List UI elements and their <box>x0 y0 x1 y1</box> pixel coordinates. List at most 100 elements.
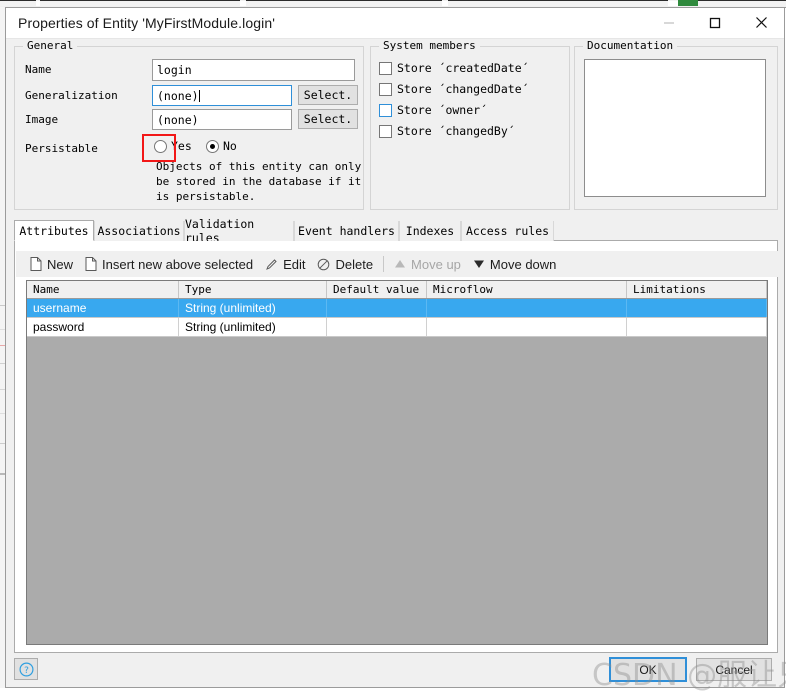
checkbox-icon <box>379 103 392 117</box>
checkbox-label: Store ´changedBy´ <box>397 124 515 138</box>
checkbox-icon <box>379 82 392 96</box>
cell-default-value <box>327 299 427 317</box>
arrow-up-icon <box>394 259 406 269</box>
generalization-label: Generalization <box>25 89 118 102</box>
column-header-type[interactable]: Type <box>179 281 327 298</box>
tab-label: Access rules <box>465 224 550 238</box>
title-bar: Properties of Entity 'MyFirstModule.logi… <box>6 8 784 39</box>
table-row[interactable]: password String (unlimited) <box>27 318 767 337</box>
svg-text:?: ? <box>24 666 29 676</box>
window-title: Properties of Entity 'MyFirstModule.logi… <box>18 15 275 31</box>
attributes-tab-panel: New Insert new above selected Edit Delet… <box>14 241 778 653</box>
toolbar-label: Move down <box>489 256 557 272</box>
toolbar-separator <box>383 256 385 272</box>
radio-selected-icon <box>206 139 219 153</box>
dialog-footer: ? OK Cancel <box>6 653 784 687</box>
column-header-limitations[interactable]: Limitations <box>627 281 767 298</box>
cell-name: password <box>27 318 179 336</box>
tab-label: Associations <box>97 224 181 238</box>
table-row[interactable]: username String (unlimited) <box>27 299 767 318</box>
general-group: General Name login Generalization (none)… <box>14 39 364 210</box>
cell-default-value <box>327 318 427 336</box>
image-select-button[interactable]: Select. <box>298 109 358 129</box>
documentation-textarea[interactable] <box>584 59 766 197</box>
checkbox-store-owner[interactable]: Store ´owner´ <box>379 103 487 117</box>
checkbox-label: Store ´owner´ <box>397 103 488 117</box>
tab-label: Indexes <box>405 224 455 238</box>
help-question-icon: ? <box>18 661 34 677</box>
cell-limitations <box>627 299 767 317</box>
tab-validation-rules[interactable]: Validation rules <box>184 217 294 245</box>
toolbar-label: New <box>47 256 74 272</box>
arrow-down-icon <box>473 259 485 269</box>
text-caret <box>198 90 200 102</box>
tab-associations[interactable]: Associations <box>94 221 184 241</box>
cell-microflow <box>427 299 627 317</box>
column-header-microflow[interactable]: Microflow <box>427 281 627 298</box>
insert-new-above-selected-button[interactable]: Insert new above selected <box>79 253 259 275</box>
move-up-button[interactable]: Move up <box>388 253 467 275</box>
edit-button[interactable]: Edit <box>259 253 311 275</box>
persistable-yes-radio[interactable]: Yes <box>154 139 192 153</box>
new-file-icon <box>30 257 42 271</box>
tab-strip: Attributes Associations Validation rules… <box>14 217 778 245</box>
toolbar-label: Delete <box>335 256 374 272</box>
radio-unselected-icon <box>154 139 167 153</box>
maximize-button[interactable] <box>692 8 738 37</box>
cell-name: username <box>27 299 179 317</box>
checkbox-label: Store ´changedDate´ <box>397 82 529 96</box>
checkbox-store-createddate[interactable]: Store ´createdDate´ <box>379 61 529 75</box>
cell-type: String (unlimited) <box>179 318 327 336</box>
delete-button[interactable]: Delete <box>311 253 379 275</box>
documentation-legend: Documentation <box>583 39 678 52</box>
persistable-no-label: No <box>223 139 237 153</box>
cancel-button[interactable]: Cancel <box>696 658 772 681</box>
column-header-default-value[interactable]: Default value <box>327 281 427 298</box>
grid-header-row: Name Type Default value Microflow Limita… <box>27 281 767 299</box>
image-input[interactable]: (none) <box>152 109 292 130</box>
close-button[interactable] <box>738 8 784 37</box>
move-down-button[interactable]: Move down <box>467 253 562 275</box>
toolbar-label: Insert new above selected <box>102 256 254 272</box>
attributes-grid[interactable]: Name Type Default value Microflow Limita… <box>26 280 768 645</box>
tab-indexes[interactable]: Indexes <box>399 221 461 241</box>
checkbox-icon <box>379 124 392 138</box>
help-button[interactable]: ? <box>14 658 38 680</box>
persistable-description: Objects of this entity can only be store… <box>156 160 362 203</box>
cell-limitations <box>627 318 767 336</box>
checkbox-store-changeddate[interactable]: Store ´changedDate´ <box>379 82 529 96</box>
toolbar-label: Move up <box>411 256 461 272</box>
tab-attributes[interactable]: Attributes <box>14 220 94 241</box>
persistable-no-radio[interactable]: No <box>206 139 237 153</box>
generalization-value: (none) <box>157 89 199 103</box>
generalization-select-button[interactable]: Select. <box>298 85 358 105</box>
general-group-legend: General <box>23 39 78 52</box>
pencil-icon <box>265 258 278 271</box>
checkbox-label: Store ´createdDate´ <box>397 61 529 75</box>
name-input[interactable]: login <box>152 59 355 81</box>
insert-file-icon <box>85 257 97 271</box>
tab-event-handlers[interactable]: Event handlers <box>294 221 399 241</box>
close-icon <box>755 17 767 28</box>
column-header-name[interactable]: Name <box>27 281 179 298</box>
properties-dialog: Properties of Entity 'MyFirstModule.logi… <box>5 7 785 688</box>
ok-button[interactable]: OK <box>609 657 687 682</box>
persistable-yes-label: Yes <box>171 139 192 153</box>
tab-label: Event handlers <box>298 224 395 238</box>
minimize-button[interactable] <box>646 8 692 37</box>
checkbox-icon <box>379 61 392 75</box>
delete-forbidden-icon <box>317 258 330 271</box>
documentation-group: Documentation <box>574 39 778 210</box>
minimize-icon <box>664 21 674 24</box>
generalization-input[interactable]: (none) <box>152 85 292 106</box>
system-members-group: System members Store ´createdDate´ Store… <box>370 39 570 210</box>
tab-label: Attributes <box>19 223 89 238</box>
name-label: Name <box>25 63 52 76</box>
image-label: Image <box>25 113 59 126</box>
maximize-icon <box>709 17 721 28</box>
attributes-toolbar: New Insert new above selected Edit Delet… <box>16 251 778 277</box>
tab-access-rules[interactable]: Access rules <box>461 221 554 241</box>
toolbar-label: Edit <box>283 256 306 272</box>
new-button[interactable]: New <box>24 253 79 275</box>
checkbox-store-changedby[interactable]: Store ´changedBy´ <box>379 124 515 138</box>
